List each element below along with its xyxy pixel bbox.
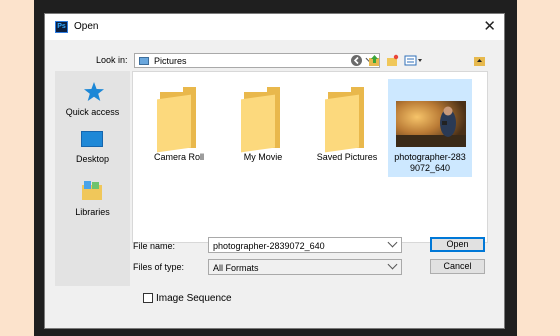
file-list: Camera Roll My Movie Saved Pictures phot… [132,71,488,243]
file-item-camera-roll[interactable]: Camera Roll [137,79,221,177]
look-in-label: Look in: [96,55,128,65]
desktop-icon [81,131,103,147]
look-in-dropdown[interactable]: Pictures [134,53,380,68]
file-name-input[interactable]: photographer-2839072_640 [208,237,402,253]
pictures-folder-icon [139,57,149,65]
file-name-label: My Movie [243,152,283,162]
place-label: Desktop [75,154,110,164]
image-sequence-checkbox[interactable] [143,293,153,303]
quick-access-place[interactable]: Quick access [55,79,130,129]
file-name-label: Camera Roll [153,152,204,162]
libraries-icon [82,181,102,200]
file-name-label: Saved Pictures [316,152,378,162]
close-icon[interactable]: ✕ [483,17,496,35]
folder-icon [157,87,197,153]
chevron-down-icon[interactable] [387,237,398,248]
place-label: Quick access [65,107,120,117]
file-item-photographer[interactable]: photographer-283 9072_640 [388,79,472,177]
libraries-place[interactable]: Libraries [55,179,130,227]
places-bar: Quick access Desktop Libraries [55,71,130,286]
view-menu-icon[interactable] [404,54,424,67]
folder-icon [325,87,365,153]
title-bar: Ps Open ✕ [45,14,504,40]
open-button[interactable]: Open [430,237,485,252]
cancel-button[interactable]: Cancel [430,259,485,274]
photoshop-icon: Ps [55,21,68,33]
file-item-saved-pictures[interactable]: Saved Pictures [305,79,389,177]
file-name-label: photographer-283 9072_640 [394,152,466,173]
dialog-title: Open [74,21,99,32]
file-item-my-movie[interactable]: My Movie [221,79,305,177]
up-one-level-icon[interactable] [368,54,381,67]
new-folder-icon[interactable] [386,54,399,67]
look-in-value: Pictures [154,56,187,66]
folder-bookmark-icon[interactable] [473,54,486,67]
image-thumbnail [396,101,466,147]
back-icon[interactable] [350,54,363,67]
desktop-place[interactable]: Desktop [55,131,130,176]
chevron-down-icon [387,259,398,270]
files-of-type-dropdown[interactable]: All Formats [208,259,402,275]
files-of-type-label: Files of type: [133,262,185,272]
file-name-label-text: File name: [133,241,176,251]
file-name-value: photographer-2839072_640 [213,241,325,251]
place-label: Libraries [75,207,110,217]
folder-icon [241,87,281,153]
image-sequence-label: Image Sequence [156,293,232,304]
open-dialog: Ps Open ✕ Look in: Pictures Quick access… [44,13,505,329]
star-icon [84,82,104,101]
files-of-type-value: All Formats [213,263,259,273]
